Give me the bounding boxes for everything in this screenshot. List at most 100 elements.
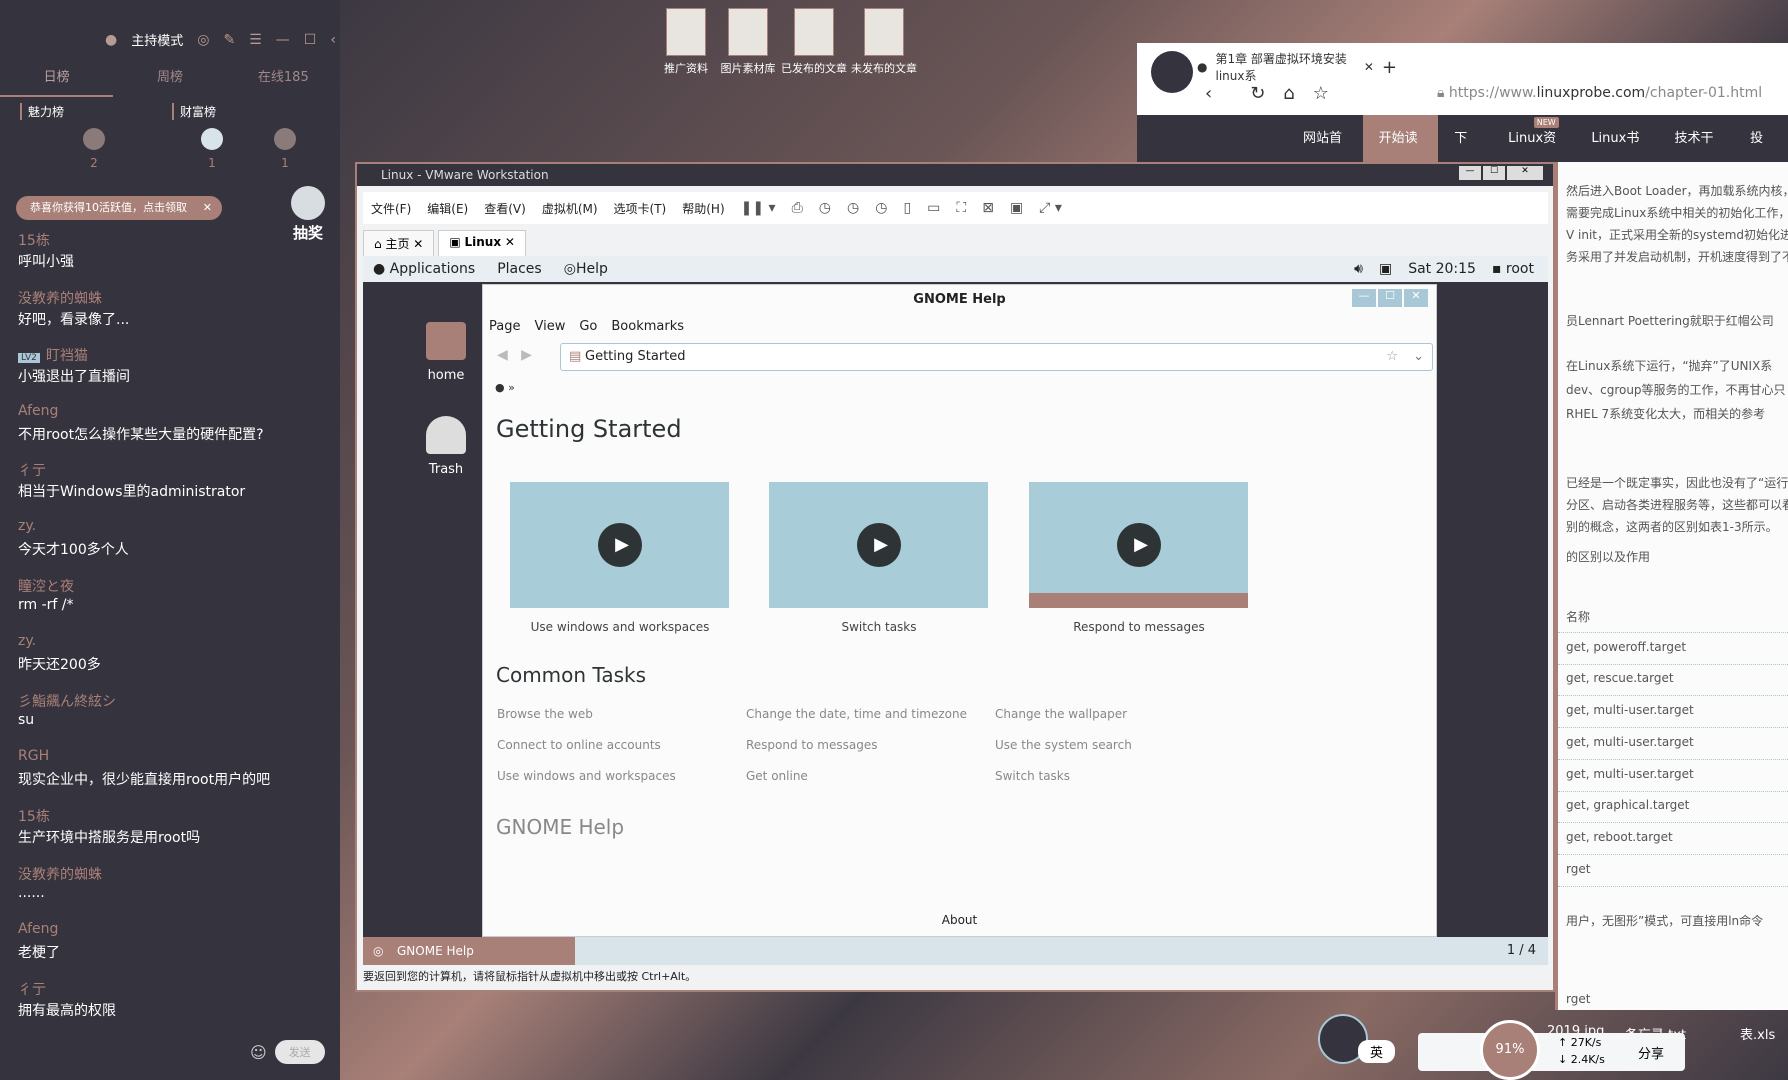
task-link[interactable]: Switch tasks [995,769,1070,783]
chat-username[interactable]: 没教养的蜘蛛 [18,288,129,309]
play-icon[interactable]: ▶ [598,523,642,567]
chat-username[interactable]: zy. [18,633,101,654]
menu-item[interactable]: View [534,319,565,334]
workspace-pager[interactable]: 1 / 4 [1507,943,1536,958]
tab-home[interactable]: ⌂ 主页 ✕ [363,230,435,257]
menu-item[interactable]: 选项卡(T) [614,200,667,217]
network-icon[interactable]: ▣ [1379,261,1392,277]
nav-item[interactable]: 开始读书 [1362,115,1439,194]
help-menu[interactable]: ◎Help [564,261,608,277]
send-keys-icon[interactable]: ⎙ [792,200,803,216]
video-card[interactable]: ▶ Use windows and workspaces [510,482,730,634]
chat-username[interactable]: Afeng [18,921,60,942]
menu-item[interactable]: Page [489,319,520,334]
console-icon[interactable]: ▣ [1010,200,1023,216]
desktop-shortcut[interactable]: 图片素材库 [712,8,784,76]
minimize-button[interactable]: — [1459,166,1481,180]
chat-username[interactable]: 15栋 [18,230,74,251]
lottery-button[interactable]: 抽奖 [288,186,328,243]
revert-snapshot-icon[interactable]: ◷ [847,200,859,216]
chat-username[interactable]: 彡鮨飆ん終絃シ [18,691,116,712]
chat-username[interactable]: 彳亍 [18,460,245,481]
volume-icon[interactable]: 🔊︎ [1354,261,1363,277]
snapshot-manager-icon[interactable]: ◷ [875,200,887,216]
nav-item[interactable]: Linux资讯NEW [1492,115,1575,194]
chat-username[interactable]: Afeng [18,403,264,424]
chat-username[interactable]: 15栋 [18,806,200,827]
chevron-down-icon[interactable]: ⌄ [1413,344,1424,370]
rank-user[interactable]: 1 [270,128,300,170]
favorite-star-icon[interactable]: ☆ [1313,83,1329,104]
window-list-item[interactable]: ◎ GNOME Help [363,937,575,965]
close-button[interactable]: ✕ [1507,166,1543,180]
back-icon[interactable]: ◀ [497,347,508,363]
task-link[interactable]: Respond to messages [746,738,877,752]
chat-username[interactable]: 瞳涳と夜 [18,576,74,597]
menu-item[interactable]: 文件(F) [371,200,411,217]
places-menu[interactable]: Places [497,261,542,277]
menu-item[interactable]: 查看(V) [484,200,526,217]
menu-item[interactable]: 帮助(H) [682,200,724,217]
chat-username[interactable]: RGH [18,748,270,769]
settings-icon[interactable]: ◎ [197,32,209,48]
desktop-icon-home[interactable]: home [411,322,481,383]
desktop-shortcut[interactable]: 未发布的文章 [848,8,920,76]
task-link[interactable]: Change the wallpaper [995,707,1127,721]
thumbnail-icon[interactable]: ▭ [927,200,940,216]
menu-item[interactable]: Go [579,319,597,334]
home-icon[interactable]: ⌂ [1283,83,1294,104]
network-monitor[interactable]: ↑ 27K/s ↓ 2.4K/s 分享 [1418,1033,1685,1071]
bookmark-star-icon[interactable]: ☆ [1386,344,1398,370]
desktop-file[interactable]: 表.xls [1740,1024,1775,1043]
minimize-icon[interactable]: — [276,32,290,48]
ime-indicator[interactable]: 英 [1358,1040,1396,1063]
close-icon[interactable]: ✕ [203,196,212,220]
rank-user[interactable]: 2 [79,128,109,170]
tab-weekly[interactable]: 周榜 [113,66,226,97]
maximize-icon[interactable]: ☐ [304,32,317,48]
task-link[interactable]: Change the date, time and timezone [746,707,967,721]
close-button[interactable]: ✕ [1404,289,1428,307]
desktop-shortcut[interactable]: 已发布的文章 [778,8,850,76]
tab-daily[interactable]: 日榜 [0,66,114,97]
collapse-icon[interactable]: ‹ [330,32,336,48]
user-menu[interactable]: ▪ root [1492,261,1534,277]
minimize-button[interactable]: — [1352,289,1376,307]
task-link[interactable]: Use the system search [995,738,1132,752]
nav-item[interactable]: 投稿 [1734,115,1788,194]
chat-username[interactable]: zy. [18,518,129,539]
location-bar[interactable]: ▤ Getting Started ☆ ⌄ [560,343,1433,371]
nav-item[interactable]: Linux书籍 [1575,115,1658,194]
back-icon[interactable]: ‹ [1205,83,1212,104]
breadcrumb[interactable]: ● » [495,381,515,394]
applications-menu[interactable]: ● Applications [373,261,475,277]
sidebar-icon[interactable]: ▯ [903,200,911,216]
nav-item[interactable]: 下载 [1438,115,1492,194]
browser-tab[interactable]: ● 第1章 部署虚拟环境安装linux系 ✕ + [1197,52,1397,83]
menu-item[interactable]: Bookmarks [611,319,684,334]
maximize-button[interactable]: ☐ [1483,166,1505,180]
reload-icon[interactable]: ↻ [1250,83,1265,104]
task-link[interactable]: Get online [746,769,808,783]
close-tab-icon[interactable]: ✕ [1364,60,1374,74]
desktop-icon-trash[interactable]: Trash [411,416,481,477]
nav-item[interactable]: 网站首页 [1287,115,1363,194]
task-link[interactable]: Use windows and workspaces [497,769,676,783]
send-button[interactable]: 发送 [274,1040,325,1064]
play-icon[interactable]: ▶ [857,523,901,567]
clock[interactable]: Sat 20:15 [1408,261,1476,277]
address-bar[interactable]: 🔒︎ https://www.linuxprobe.com/chapter-01… [1437,85,1762,101]
chat-username[interactable]: 没教养的蜘蛛 [18,864,102,885]
video-card[interactable]: ▶ Switch tasks [769,482,989,634]
forward-icon[interactable]: ▶ [521,347,532,363]
maximize-button[interactable]: ☐ [1378,289,1402,307]
tab-linux[interactable]: ▣ Linux ✕ [438,230,526,257]
edit-icon[interactable]: ✎ [223,32,235,48]
pause-icon[interactable]: ❚❚ ▾ [741,200,776,216]
unity-icon[interactable]: ⊠ [982,200,994,216]
video-card[interactable]: ▶ Respond to messages [1029,482,1249,634]
share-button[interactable]: 分享 [1638,1043,1664,1062]
reward-toast[interactable]: 恭喜你获得10活跃值，点击领取 ✕ [16,196,222,220]
menu-item[interactable]: 虚拟机(M) [542,200,598,217]
stretch-icon[interactable]: ⤢ ▾ [1039,200,1062,216]
